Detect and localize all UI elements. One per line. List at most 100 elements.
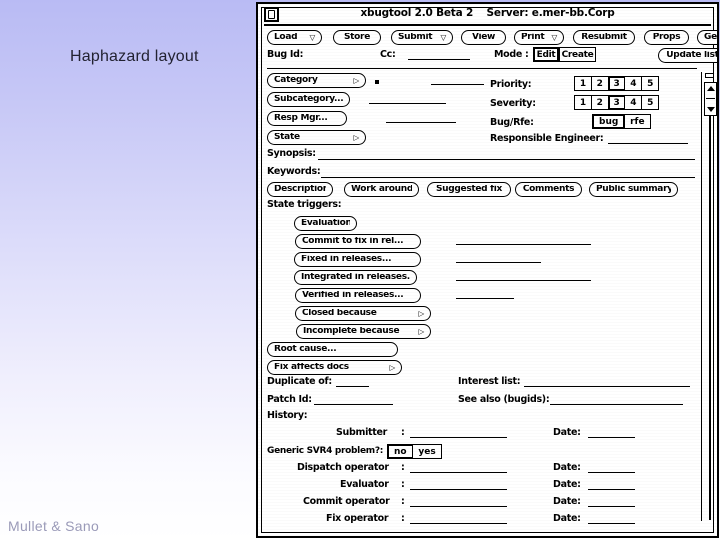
integrated-in-releases-input[interactable]	[456, 280, 591, 281]
severity-option-5[interactable]: 5	[641, 95, 660, 110]
bugrfe-option-bug[interactable]: bug	[592, 114, 626, 129]
vertical-scrollbar[interactable]	[704, 73, 717, 520]
history-date-label-commit: Date:	[553, 496, 581, 507]
section-button-work-around[interactable]: Work around	[344, 182, 419, 197]
patch-id-input[interactable]	[314, 404, 393, 405]
priority-option-4[interactable]: 4	[624, 76, 643, 91]
cc-input[interactable]	[408, 59, 470, 60]
toolbar-button-props[interactable]: Props	[644, 30, 689, 45]
button-label: State	[274, 133, 300, 142]
state-trigger-verified-in-releases[interactable]: Verified in releases...	[295, 288, 421, 303]
window-titlebar: xbugtool 2.0 Beta 2 Server: e.mer-bb.Cor…	[258, 4, 717, 26]
page-title: Haphazard layout	[70, 48, 199, 65]
severity-option-1[interactable]: 1	[574, 95, 592, 110]
scroll-up-icon[interactable]	[707, 86, 715, 91]
toolbar-button-submit[interactable]: Submit ▽	[391, 30, 453, 45]
priority-option-group[interactable]: 12345	[574, 76, 660, 91]
duplicate-of-input[interactable]	[336, 386, 369, 387]
subcategory-value-input[interactable]	[369, 103, 446, 104]
commit-operator-input[interactable]	[410, 506, 507, 507]
bugrfe-option-group[interactable]: bug rfe	[592, 114, 651, 129]
submitter-date-input[interactable]	[588, 437, 635, 438]
keywords-input[interactable]	[321, 177, 695, 178]
priority-option-1[interactable]: 1	[574, 76, 592, 91]
svr4-option-no[interactable]: no	[387, 444, 414, 459]
bugrfe-option-rfe[interactable]: rfe	[624, 114, 651, 129]
toolbar-button-view[interactable]: View	[461, 30, 506, 45]
toolbar-button-load[interactable]: Load ▽	[267, 30, 322, 45]
scroll-down-icon[interactable]	[707, 107, 715, 112]
state-trigger-incomplete-because[interactable]: Incomplete because ▷	[296, 324, 431, 339]
severity-option-2[interactable]: 2	[590, 95, 609, 110]
interest-list-input[interactable]	[524, 386, 690, 387]
history-date-label-fix: Date:	[553, 513, 581, 524]
button-label: Subcategory...	[274, 95, 343, 104]
section-button-public-summary[interactable]: Public summary	[589, 182, 678, 197]
button-label: Comments	[522, 185, 575, 194]
dispatch-operator-date-input[interactable]	[588, 472, 635, 473]
menu-button-subcategory[interactable]: Subcategory...	[267, 92, 350, 107]
fix-operator-input[interactable]	[410, 523, 507, 524]
mode-option-create[interactable]: Create	[559, 47, 596, 62]
section-button-suggested-fix[interactable]: Suggested fix	[427, 182, 511, 197]
resp-mgr-value-input[interactable]	[386, 122, 456, 123]
synopsis-label: Synopsis:	[267, 148, 316, 159]
toolbar-button-print[interactable]: Print ▽	[514, 30, 564, 45]
button-label: Create	[561, 49, 594, 60]
menu-button-resp-mgr[interactable]: Resp Mgr...	[267, 111, 347, 126]
commit-operator-date-input[interactable]	[588, 506, 635, 507]
state-trigger-integrated-in-releases[interactable]: Integrated in releases...	[294, 270, 417, 285]
commit-to-fix-input[interactable]	[456, 244, 591, 245]
pane-right-border	[701, 72, 702, 521]
priority-option-3[interactable]: 3	[607, 76, 626, 91]
evaluator-date-input[interactable]	[588, 489, 635, 490]
toolbar-button-gen-help[interactable]: Gen. Help ▽	[697, 30, 717, 45]
menu-button-category[interactable]: Category ▷	[267, 73, 366, 88]
button-label: Gen. Help	[704, 33, 717, 42]
toolbar-button-resubmit[interactable]: Resubmit	[573, 30, 635, 45]
svr4-option-group[interactable]: no yes	[387, 444, 442, 459]
scrollbar-elevator[interactable]	[704, 82, 717, 116]
mode-option-edit[interactable]: Edit	[533, 47, 559, 62]
verified-in-releases-input[interactable]	[456, 298, 514, 299]
button-label: Verified in releases...	[302, 291, 404, 300]
update-lists-button[interactable]: Update lists	[658, 48, 717, 63]
severity-option-group[interactable]: 12345	[574, 95, 660, 110]
responsible-engineer-input[interactable]	[608, 143, 688, 144]
state-trigger-fixed-in-releases[interactable]: Fixed in releases...	[294, 252, 421, 267]
toolbar-button-store[interactable]: Store	[333, 30, 381, 45]
history-role-dispatch-operator: Dispatch operator	[297, 462, 389, 473]
history-date-label-evaluator: Date:	[553, 479, 581, 490]
priority-option-2[interactable]: 2	[590, 76, 609, 91]
dispatch-operator-input[interactable]	[410, 472, 507, 473]
scrollbar-track[interactable]	[709, 82, 711, 520]
menu-button-state[interactable]: State ▷	[267, 130, 366, 145]
root-cause-button[interactable]: Root cause...	[267, 342, 398, 357]
category-value-input[interactable]	[431, 84, 484, 85]
synopsis-input[interactable]	[318, 159, 695, 160]
state-trigger-commit-to-fix[interactable]: Commit to fix in rel...	[295, 234, 421, 249]
fixed-in-releases-input[interactable]	[456, 262, 541, 263]
button-label: Closed because	[302, 309, 377, 318]
history-role-submitter: Submitter	[336, 427, 388, 438]
section-button-description[interactable]: Description	[267, 182, 333, 197]
severity-option-4[interactable]: 4	[624, 95, 643, 110]
bugrfe-label: Bug/Rfe:	[490, 117, 534, 128]
state-trigger-evaluation[interactable]: Evaluation	[294, 216, 357, 231]
state-trigger-closed-because[interactable]: Closed because ▷	[295, 306, 431, 321]
submitter-input[interactable]	[410, 437, 507, 438]
evaluator-input[interactable]	[410, 489, 507, 490]
field-colon: :	[401, 513, 405, 524]
fix-affects-docs-button[interactable]: Fix affects docs ▷	[267, 360, 402, 375]
see-also-input[interactable]	[550, 404, 683, 405]
priority-option-5[interactable]: 5	[641, 76, 660, 91]
fix-operator-date-input[interactable]	[588, 523, 635, 524]
section-button-comments[interactable]: Comments	[515, 182, 582, 197]
xbugtool-window: xbugtool 2.0 Beta 2 Server: e.mer-bb.Cor…	[256, 2, 719, 538]
button-label: Public summary	[596, 185, 671, 194]
svr4-option-yes[interactable]: yes	[412, 444, 442, 459]
button-label: Fixed in releases...	[301, 255, 392, 264]
severity-option-3[interactable]: 3	[607, 95, 626, 110]
svr4-label: Generic SVR4 problem?:	[267, 446, 384, 456]
scrollbar-top-cap	[705, 73, 714, 78]
